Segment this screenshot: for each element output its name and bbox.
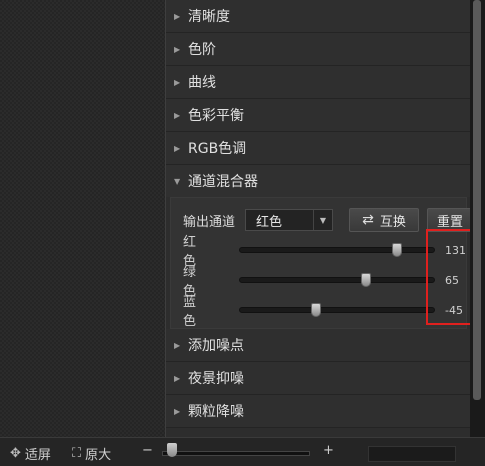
output-channel-row: 输出通道 红色 ▼	[183, 208, 333, 232]
swap-icon: ⇄	[362, 212, 374, 228]
section-channel-mixer[interactable]: ▼ 通道混合器	[166, 165, 471, 197]
blue-label: 蓝色	[183, 295, 217, 329]
blue-slider[interactable]	[239, 303, 435, 317]
actual-size-label: 原大	[85, 448, 112, 463]
swap-button[interactable]: ⇄ 互换	[349, 208, 419, 232]
section-label: 通道混合器	[188, 174, 258, 190]
output-channel-value: 红色	[256, 214, 283, 230]
zoom-slider-thumb[interactable]	[167, 443, 177, 457]
fit-screen-icon: ✥	[10, 446, 21, 461]
fit-screen-label: 适屏	[24, 448, 51, 463]
expand-arrow-icon: ▶	[174, 44, 181, 54]
value-highlight-box	[426, 229, 476, 325]
green-slider-thumb[interactable]	[361, 273, 372, 287]
zoom-out-button[interactable]: −	[142, 443, 153, 458]
section-color-balance[interactable]: ▶ 色彩平衡	[166, 99, 471, 132]
actual-size-icon: ⛶	[72, 446, 82, 461]
section-label: 曲线	[188, 75, 216, 91]
section-label: 色彩平衡	[188, 108, 244, 124]
expand-arrow-icon: ▶	[174, 77, 181, 87]
section-curves[interactable]: ▶ 曲线	[166, 66, 471, 99]
section-clarity[interactable]: ▶ 清晰度	[166, 0, 471, 33]
section-label: 清晰度	[188, 9, 230, 25]
red-slider-thumb[interactable]	[392, 243, 403, 257]
expand-arrow-icon: ▶	[174, 110, 181, 120]
chevron-down-icon: ▼	[313, 210, 332, 230]
swap-label: 互换	[379, 214, 406, 230]
scrollbar-thumb[interactable]	[473, 0, 481, 400]
section-add-noise[interactable]: ▶ 添加噪点	[166, 329, 471, 362]
expand-arrow-icon: ▶	[174, 11, 181, 21]
section-rgb-tone[interactable]: ▶ RGB色调	[166, 132, 471, 165]
fit-screen-button[interactable]: ✥ 适屏	[10, 444, 51, 463]
zoom-in-button[interactable]: +	[323, 443, 334, 458]
output-channel-label: 输出通道	[183, 214, 236, 230]
channel-mixer-body: 输出通道 红色 ▼ ⇄ 互换 重置 红色 131 绿色 65 蓝色 -45	[170, 197, 471, 329]
adjustment-panel: ▶ 清晰度 ▶ 色阶 ▶ 曲线 ▶ 色彩平衡 ▶ RGB色调 ▼ 通道混合器 输…	[165, 0, 471, 437]
section-label: 颗粒降噪	[188, 404, 244, 420]
bottom-toolbar: ✥ 适屏 ⛶ 原大 − +	[0, 437, 485, 466]
status-field	[368, 446, 456, 462]
section-grain-denoise[interactable]: ▶ 颗粒降噪	[166, 395, 471, 428]
expand-arrow-icon: ▶	[174, 373, 181, 383]
red-slider[interactable]	[239, 243, 435, 257]
expand-arrow-icon: ▶	[174, 143, 181, 153]
section-label: 添加噪点	[188, 338, 244, 354]
zoom-slider[interactable]	[162, 451, 310, 456]
section-night-denoise[interactable]: ▶ 夜景抑噪	[166, 362, 471, 395]
actual-size-button[interactable]: ⛶ 原大	[72, 444, 111, 463]
expand-arrow-icon: ▶	[174, 340, 181, 350]
panel-scrollbar[interactable]	[470, 0, 485, 437]
section-label: 夜景抑噪	[188, 371, 244, 387]
reset-label: 重置	[436, 214, 463, 230]
section-label: RGB色调	[188, 141, 247, 157]
image-canvas[interactable]	[0, 0, 165, 437]
output-channel-select[interactable]: 红色 ▼	[245, 209, 333, 231]
section-label: 色阶	[188, 42, 216, 58]
expand-arrow-icon: ▶	[174, 406, 181, 416]
collapse-arrow-icon: ▼	[174, 176, 181, 186]
section-levels[interactable]: ▶ 色阶	[166, 33, 471, 66]
blue-slider-thumb[interactable]	[310, 303, 321, 317]
green-slider[interactable]	[239, 273, 435, 287]
